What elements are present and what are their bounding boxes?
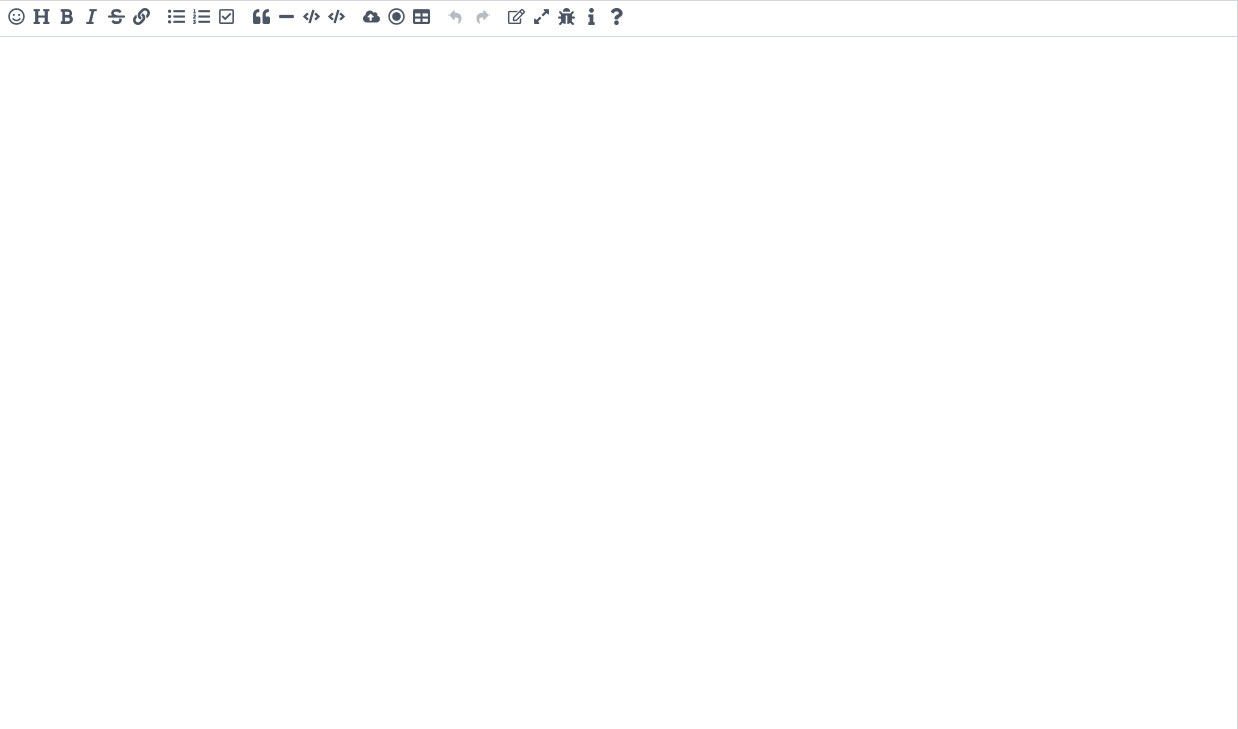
fullscreen-icon	[533, 8, 550, 29]
quote-icon	[253, 8, 270, 29]
ordered-list-button[interactable]	[189, 6, 214, 31]
undo-icon	[448, 8, 465, 29]
redo-icon	[473, 8, 490, 29]
record-button[interactable]	[384, 6, 409, 31]
heading-icon	[33, 8, 50, 29]
bullet-list-button[interactable]	[164, 6, 189, 31]
editor-textarea[interactable]	[0, 37, 1237, 729]
info-icon	[583, 8, 600, 29]
editor-toolbar	[0, 1, 1237, 37]
bug-button[interactable]	[554, 6, 579, 31]
horizontal-rule-icon	[278, 8, 295, 29]
link-button[interactable]	[129, 6, 154, 31]
code-block-icon	[328, 8, 345, 29]
info-button[interactable]	[579, 6, 604, 31]
bold-button[interactable]	[54, 6, 79, 31]
help-icon	[608, 8, 625, 29]
edit-button[interactable]	[504, 6, 529, 31]
heading-button[interactable]	[29, 6, 54, 31]
emoji-icon	[8, 8, 25, 29]
cloud-upload-icon	[363, 8, 380, 29]
editor-wrapper	[0, 0, 1238, 729]
task-list-icon	[218, 8, 235, 29]
strikethrough-icon	[108, 8, 125, 29]
table-button[interactable]	[409, 6, 434, 31]
quote-button[interactable]	[249, 6, 274, 31]
edit-icon	[508, 8, 525, 29]
horizontal-rule-button[interactable]	[274, 6, 299, 31]
italic-icon	[83, 8, 100, 29]
italic-button[interactable]	[79, 6, 104, 31]
bug-icon	[558, 8, 575, 29]
emoji-button[interactable]	[4, 6, 29, 31]
code-inline-icon	[303, 8, 320, 29]
strikethrough-button[interactable]	[104, 6, 129, 31]
redo-button[interactable]	[469, 6, 494, 31]
link-icon	[133, 8, 150, 29]
ordered-list-icon	[193, 8, 210, 29]
code-block-button[interactable]	[324, 6, 349, 31]
record-icon	[388, 8, 405, 29]
bold-icon	[58, 8, 75, 29]
undo-button[interactable]	[444, 6, 469, 31]
code-inline-button[interactable]	[299, 6, 324, 31]
table-icon	[413, 8, 430, 29]
fullscreen-button[interactable]	[529, 6, 554, 31]
help-button[interactable]	[604, 6, 629, 31]
bullet-list-icon	[168, 8, 185, 29]
task-list-button[interactable]	[214, 6, 239, 31]
upload-button[interactable]	[359, 6, 384, 31]
